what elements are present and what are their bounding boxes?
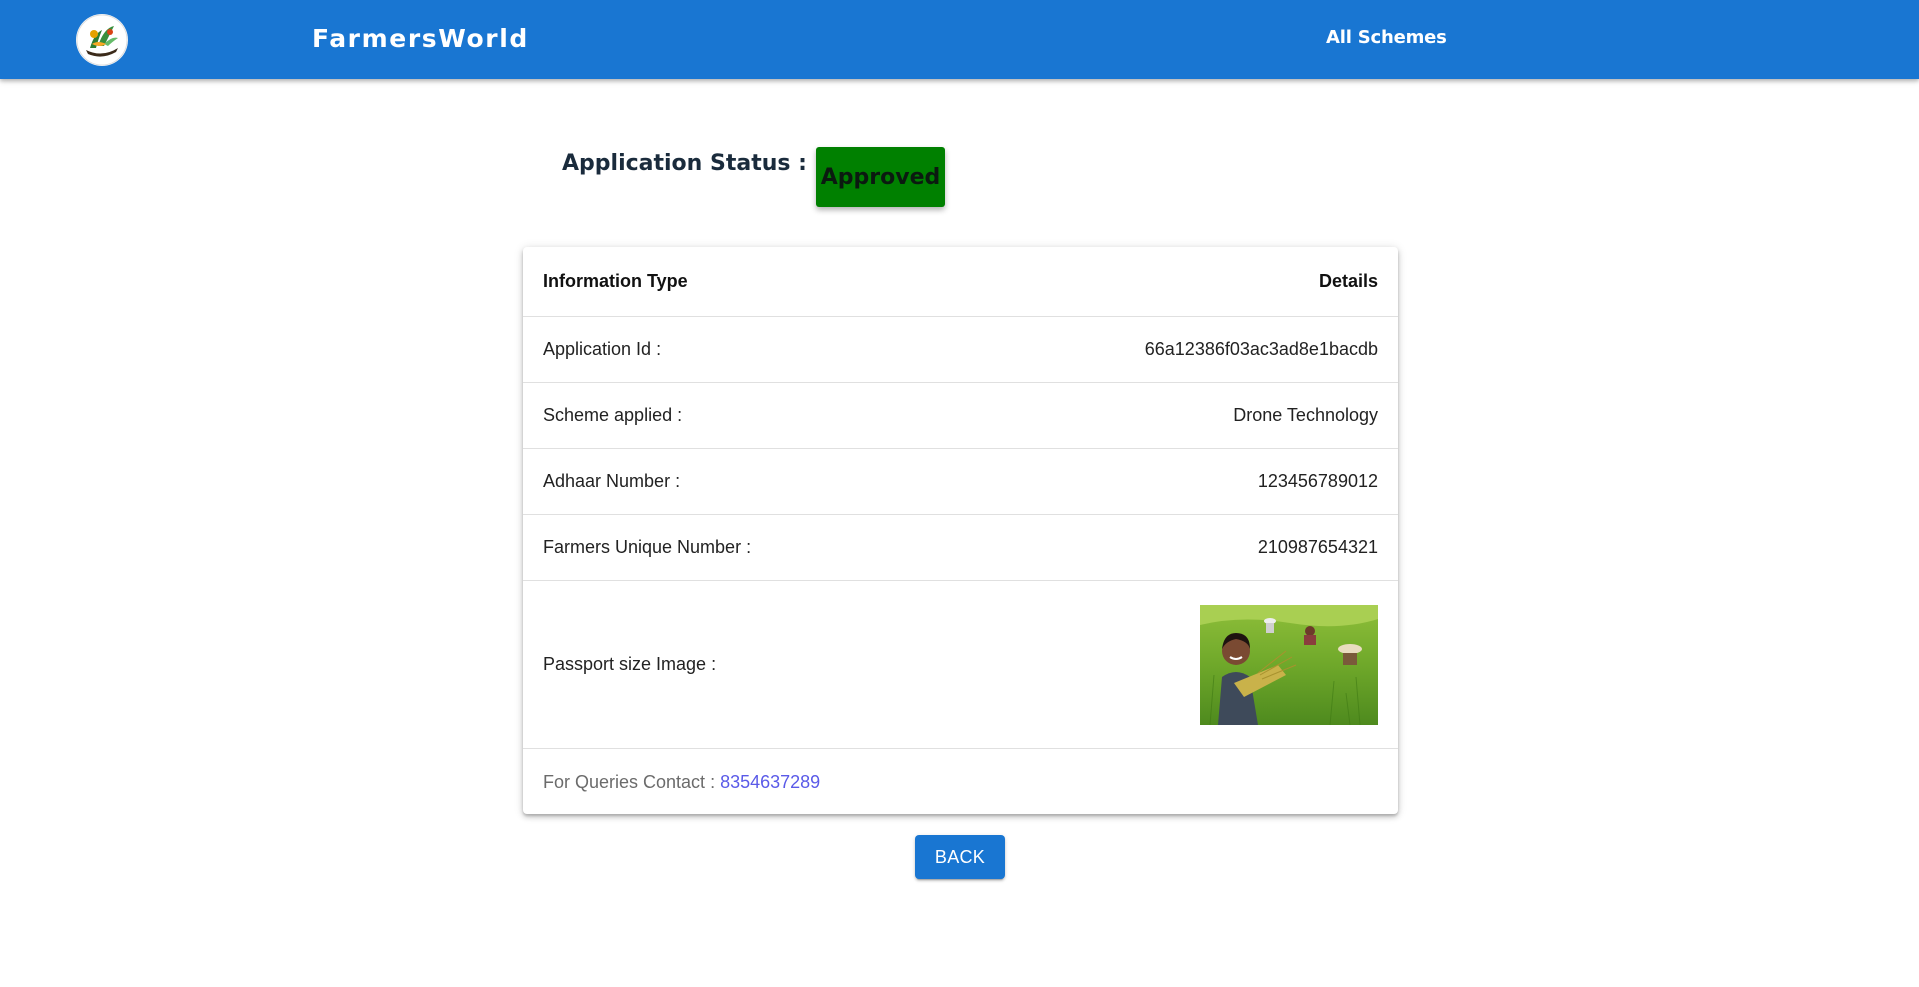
column-header-information-type: Information Type bbox=[543, 271, 688, 291]
table-row-passport-image: Passport size Image : bbox=[523, 581, 1398, 749]
contact-row: For Queries Contact : 8354637289 bbox=[523, 749, 1398, 814]
back-button[interactable]: BACK bbox=[915, 835, 1005, 879]
column-header-details: Details bbox=[1318, 271, 1378, 291]
table-row-adhaar-number: Adhaar Number : 123456789012 bbox=[523, 449, 1398, 515]
table-row-application-id: Application Id : 66a12386f03ac3ad8e1bacd… bbox=[523, 317, 1398, 383]
row-label: Adhaar Number : bbox=[543, 471, 681, 491]
farmers-logo-icon[interactable] bbox=[76, 14, 128, 66]
table-header-row: Information Type Details bbox=[523, 247, 1398, 317]
app-bar: FarmersWorld All Schemes bbox=[0, 0, 1919, 79]
brand-title[interactable]: FarmersWorld bbox=[312, 24, 529, 53]
row-value: 210987654321 bbox=[1257, 537, 1378, 557]
row-label: Scheme applied : bbox=[543, 405, 683, 425]
application-details-table: Information Type Details Application Id … bbox=[523, 247, 1398, 814]
row-value: 123456789012 bbox=[1257, 471, 1378, 491]
status-badge: Approved bbox=[816, 147, 945, 207]
table-row-scheme-applied: Scheme applied : Drone Technology bbox=[523, 383, 1398, 449]
contact-label: For Queries Contact : bbox=[543, 771, 716, 792]
row-value: 66a12386f03ac3ad8e1bacdb bbox=[1144, 339, 1378, 359]
application-status-label: Application Status : bbox=[562, 151, 807, 176]
nav-all-schemes[interactable]: All Schemes bbox=[1326, 27, 1447, 48]
row-label: Farmers Unique Number : bbox=[543, 537, 752, 557]
passport-photo bbox=[1200, 604, 1378, 725]
row-label: Application Id : bbox=[543, 339, 662, 359]
row-label: Passport size Image : bbox=[543, 654, 717, 674]
row-value: Drone Technology bbox=[1233, 405, 1378, 425]
contact-phone-link[interactable]: 8354637289 bbox=[720, 772, 820, 793]
table-row-farmers-unique-number: Farmers Unique Number : 210987654321 bbox=[523, 515, 1398, 581]
